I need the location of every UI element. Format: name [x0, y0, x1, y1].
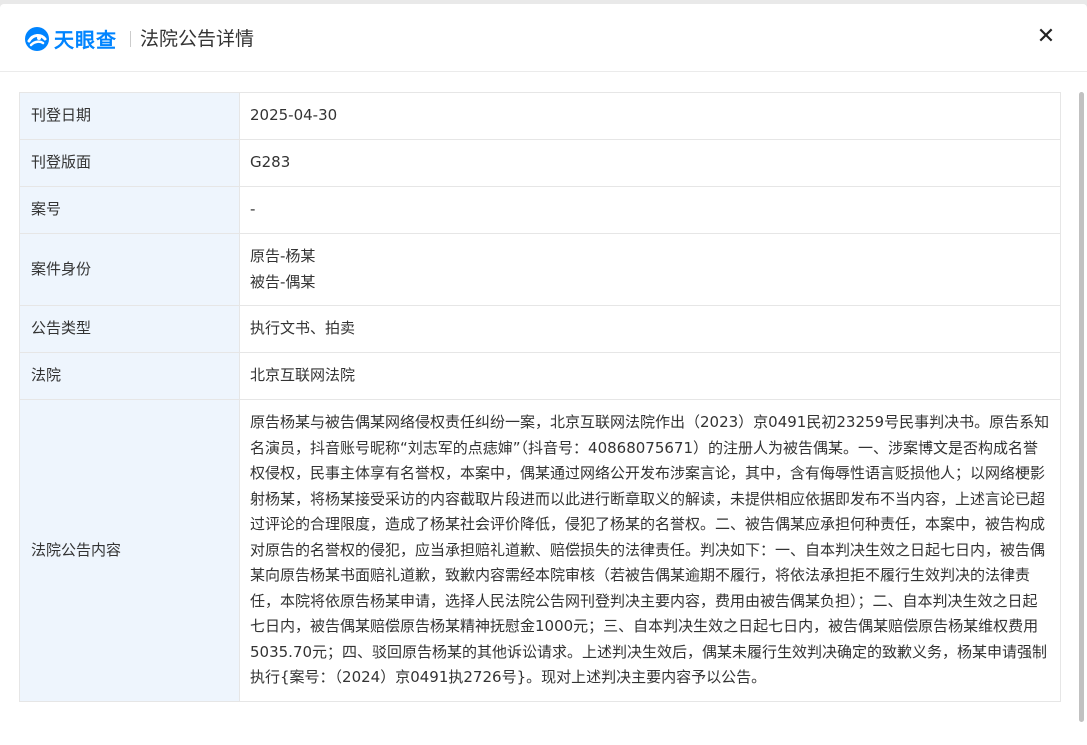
- row-label: 案号: [19, 186, 240, 234]
- tianyancha-logo[interactable]: 天眼查: [24, 24, 117, 53]
- table-row: 法院公告内容 原告杨某与被告偶某网络侵权责任纠纷一案，北京互联网法院作出（202…: [19, 399, 1061, 702]
- row-label: 法院: [19, 352, 240, 400]
- plaintiff-line: 原告-杨某: [250, 247, 316, 265]
- header-separator: [130, 31, 131, 47]
- modal-title: 法院公告详情: [140, 28, 255, 50]
- notice-type-value: 执行文书、拍卖: [239, 305, 1061, 353]
- party-identity-value: 原告-杨某 被告-偶某: [239, 233, 1061, 306]
- modal-header: 天眼查 法院公告详情 ✕: [0, 4, 1087, 72]
- row-label: 刊登版面: [19, 139, 240, 187]
- table-row: 刊登版面 G283: [19, 139, 1061, 187]
- defendant-line: 被告-偶某: [250, 272, 316, 291]
- notice-content-value: 原告杨某与被告偶某网络侵权责任纠纷一案，北京互联网法院作出（2023）京0491…: [239, 399, 1061, 702]
- scrollbar[interactable]: [1079, 92, 1084, 722]
- table-row: 案件身份 原告-杨某 被告-偶某: [19, 233, 1061, 306]
- row-label: 案件身份: [19, 233, 240, 306]
- table-row: 案号 -: [19, 186, 1061, 234]
- court-value: 北京互联网法院: [239, 352, 1061, 400]
- table-row: 刊登日期 2025-04-30: [19, 92, 1061, 140]
- logo-text: 天眼查: [54, 28, 117, 52]
- eye-logo-icon: [25, 26, 49, 51]
- notice-detail-table: 刊登日期 2025-04-30 刊登版面 G283 案号 - 案件身份 原告-杨…: [19, 92, 1061, 702]
- publish-date-value: 2025-04-30: [239, 92, 1061, 140]
- publish-page-value: G283: [239, 139, 1061, 187]
- table-row: 公告类型 执行文书、拍卖: [19, 305, 1061, 353]
- case-number-value: -: [239, 186, 1061, 234]
- notice-detail-table-wrapper: 刊登日期 2025-04-30 刊登版面 G283 案号 - 案件身份 原告-杨…: [19, 92, 1062, 702]
- row-label: 刊登日期: [19, 92, 240, 140]
- court-notice-modal: 天眼查 法院公告详情 ✕ 刊登日期 2025-04-30 刊登版面 G283 案…: [0, 4, 1087, 745]
- table-row: 法院 北京互联网法院: [19, 352, 1061, 400]
- row-label: 法院公告内容: [19, 399, 240, 702]
- close-icon[interactable]: ✕: [1033, 24, 1059, 50]
- row-label: 公告类型: [19, 305, 240, 353]
